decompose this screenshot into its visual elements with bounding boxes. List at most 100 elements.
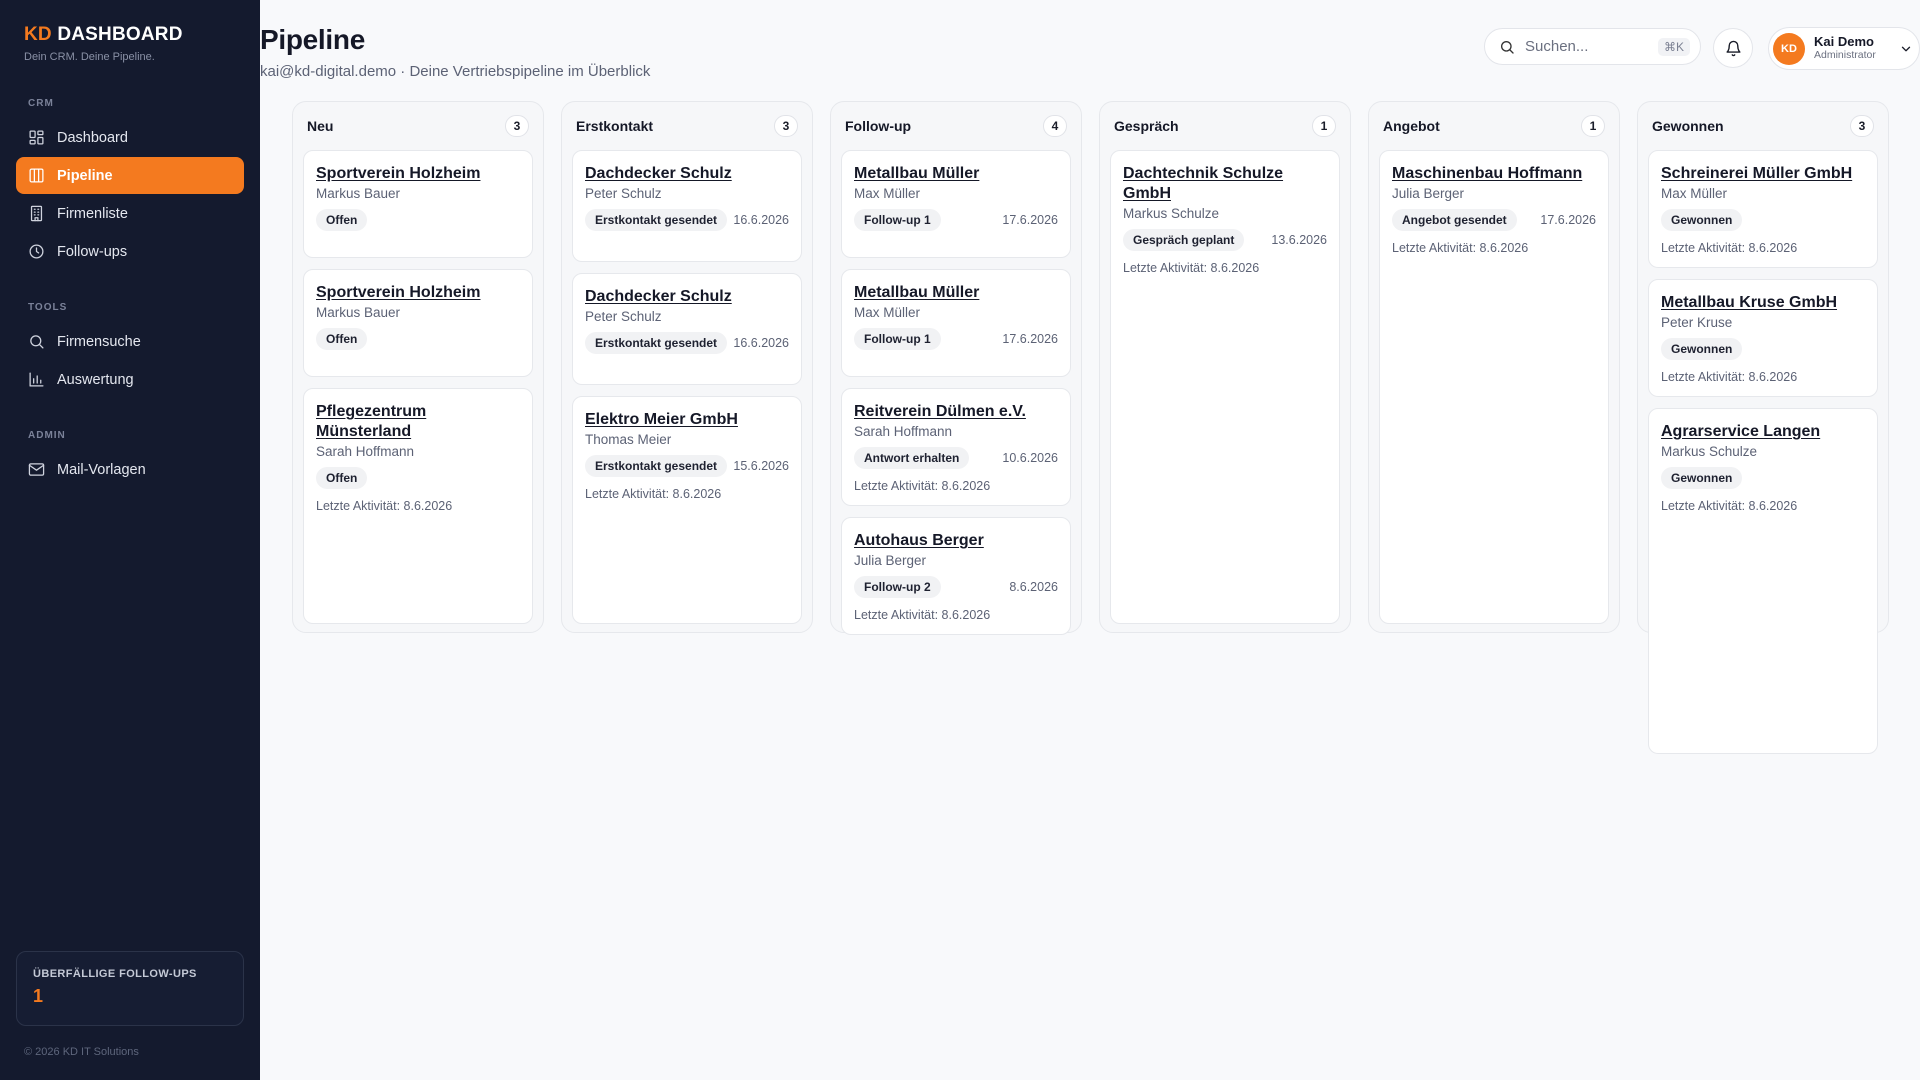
card-meta: Follow-up 1 17.6.2026 [854, 209, 1058, 231]
status-badge: Gespräch geplant [1123, 229, 1245, 251]
company-link[interactable]: Dachdecker Schulz [585, 287, 789, 307]
sidebar-item-label: Firmenliste [57, 205, 128, 222]
column-count-badge: 4 [1043, 115, 1067, 137]
contact-name: Peter Schulz [585, 309, 662, 324]
deal-card[interactable]: Maschinenbau Hoffmann Julia Berger Angeb… [1379, 150, 1609, 624]
deal-card[interactable]: Schreinerei Müller GmbH Max Müller Gewon… [1648, 150, 1878, 268]
brand-name: DASHBOARD [57, 24, 183, 45]
nav-section-tools: TOOLS [28, 302, 68, 313]
overdue-count: 1 [33, 986, 44, 1006]
sidebar-item-auswertung[interactable]: Auswertung [16, 361, 244, 398]
sidebar: KD DASHBOARD Dein CRM. Deine Pipeline. C… [0, 0, 260, 1080]
brand-title[interactable]: KD DASHBOARD [24, 24, 236, 46]
card-meta: Gewonnen [1661, 467, 1865, 489]
column-cards: Sportverein Holzheim Markus Bauer Offen … [303, 150, 533, 624]
column-title: Angebot [1383, 118, 1440, 134]
sidebar-item-label: Auswertung [57, 371, 134, 388]
contact-name: Peter Kruse [1661, 315, 1733, 330]
deal-card[interactable]: Autohaus Berger Julia Berger Follow-up 2… [841, 517, 1071, 635]
sidebar-item-label: Pipeline [57, 167, 113, 184]
card-meta: Offen [316, 328, 520, 350]
due-date: 8.6.2026 [1009, 580, 1058, 594]
pipeline-column-gewonnen: Gewonnen 3 Schreinerei Müller GmbH Max M… [1637, 101, 1889, 754]
deal-card[interactable]: Metallbau Müller Max Müller Follow-up 1 … [841, 150, 1071, 258]
status-badge: Erstkontakt gesendet [585, 455, 728, 477]
due-date: 17.6.2026 [1002, 332, 1058, 346]
deal-card[interactable]: Agrarservice Langen Markus Schulze Gewon… [1648, 408, 1878, 754]
deal-card[interactable]: Dachdecker Schulz Peter Schulz Erstkonta… [572, 150, 802, 262]
company-link[interactable]: Maschinenbau Hoffmann [1392, 164, 1596, 184]
contact-name: Markus Schulze [1123, 206, 1220, 221]
search-icon [1501, 40, 1514, 54]
column-header: Follow-up 4 [841, 102, 1071, 150]
column-cards: Maschinenbau Hoffmann Julia Berger Angeb… [1379, 150, 1609, 624]
sidebar-item-follow-ups[interactable]: Follow-ups [16, 233, 244, 270]
company-link[interactable]: Dachtechnik Schulze GmbH [1123, 164, 1327, 204]
search-box[interactable]: ⌘K [1484, 28, 1701, 65]
pipeline-icon [29, 168, 44, 183]
column-count-badge: 3 [505, 115, 529, 137]
sidebar-item-label: Follow-ups [57, 243, 128, 260]
company-link[interactable]: Metallbau Müller [854, 164, 1058, 184]
contact-name: Max Müller [854, 186, 921, 201]
brand-prefix: KD [24, 24, 52, 45]
card-meta: Angebot gesendet 17.6.2026 [1392, 209, 1596, 231]
column-header: Angebot 1 [1379, 102, 1609, 150]
company-link[interactable]: Agrarservice Langen [1661, 422, 1865, 442]
status-badge: Gewonnen [1661, 467, 1743, 489]
contact-name: Max Müller [854, 305, 921, 320]
status-badge: Erstkontakt gesendet [585, 332, 728, 354]
company-link[interactable]: Dachdecker Schulz [585, 164, 789, 184]
company-link[interactable]: Elektro Meier GmbH [585, 410, 789, 430]
company-link[interactable]: Autohaus Berger [854, 531, 1058, 551]
card-meta: Offen [316, 467, 520, 489]
mail-icon [28, 463, 45, 476]
contact-name: Peter Schulz [585, 186, 662, 201]
card-meta: Follow-up 1 17.6.2026 [854, 328, 1058, 350]
sidebar-item-dashboard[interactable]: Dashboard [16, 119, 244, 156]
company-link[interactable]: Pflegezentrum Münsterland [316, 402, 520, 442]
card-meta: Gewonnen [1661, 338, 1865, 360]
user-menu[interactable]: KD Kai Demo Administrator [1768, 27, 1920, 70]
deal-card[interactable]: Metallbau Müller Max Müller Follow-up 1 … [841, 269, 1071, 377]
building-icon [30, 205, 43, 222]
deal-card[interactable]: Reitverein Dülmen e.V. Sarah Hoffmann An… [841, 388, 1071, 506]
company-link[interactable]: Schreinerei Müller GmbH [1661, 164, 1865, 184]
deal-card[interactable]: Dachtechnik Schulze GmbH Markus Schulze … [1110, 150, 1340, 624]
notifications-button[interactable] [1713, 28, 1753, 68]
user-info: Kai Demo Administrator [1814, 35, 1876, 62]
sidebar-item-firmensuche[interactable]: Firmensuche [16, 323, 244, 360]
deal-card[interactable]: Dachdecker Schulz Peter Schulz Erstkonta… [572, 273, 802, 385]
company-link[interactable]: Sportverein Holzheim [316, 164, 520, 184]
company-link[interactable]: Metallbau Kruse GmbH [1661, 293, 1865, 313]
sidebar-item-firmenliste[interactable]: Firmenliste [16, 195, 244, 232]
deal-card[interactable]: Pflegezentrum Münsterland Sarah Hoffmann… [303, 388, 533, 624]
status-badge: Antwort erhalten [854, 447, 970, 469]
status-badge: Angebot gesendet [1392, 209, 1517, 231]
pipeline-board: Neu 3 Sportverein Holzheim Markus Bauer … [292, 101, 1889, 754]
company-link[interactable]: Reitverein Dülmen e.V. [854, 402, 1058, 422]
overdue-followups-card[interactable]: ÜBERFÄLLIGE FOLLOW-UPS 1 [16, 951, 244, 1026]
sidebar-item-mail-vorlagen[interactable]: Mail-Vorlagen [16, 451, 244, 488]
company-link[interactable]: Sportverein Holzheim [316, 283, 520, 303]
search-input[interactable] [1525, 38, 1645, 55]
deal-card[interactable]: Metallbau Kruse GmbH Peter Kruse Gewonne… [1648, 279, 1878, 397]
sidebar-item-pipeline[interactable]: Pipeline [16, 157, 244, 194]
contact-name: Max Müller [1661, 186, 1728, 201]
card-meta: Gespräch geplant 13.6.2026 [1123, 229, 1327, 251]
last-activity: Letzte Aktivität: 8.6.2026 [854, 479, 991, 493]
page-title: Pipeline [260, 24, 365, 55]
deal-card[interactable]: Sportverein Holzheim Markus Bauer Offen [303, 269, 533, 377]
search-icon [30, 335, 44, 349]
deal-card[interactable]: Sportverein Holzheim Markus Bauer Offen [303, 150, 533, 258]
column-header: Erstkontakt 3 [572, 102, 802, 150]
status-badge: Erstkontakt gesendet [585, 209, 728, 231]
sidebar-item-label: Mail-Vorlagen [57, 461, 146, 478]
contact-name: Sarah Hoffmann [316, 444, 415, 459]
pipeline-column-follow-up: Follow-up 4 Metallbau Müller Max Müller … [830, 101, 1082, 635]
column-title: Follow-up [845, 118, 912, 134]
overdue-label: ÜBERFÄLLIGE FOLLOW-UPS [33, 968, 197, 980]
deal-card[interactable]: Elektro Meier GmbH Thomas Meier Erstkont… [572, 396, 802, 624]
company-link[interactable]: Metallbau Müller [854, 283, 1058, 303]
bell-icon [1725, 40, 1741, 56]
